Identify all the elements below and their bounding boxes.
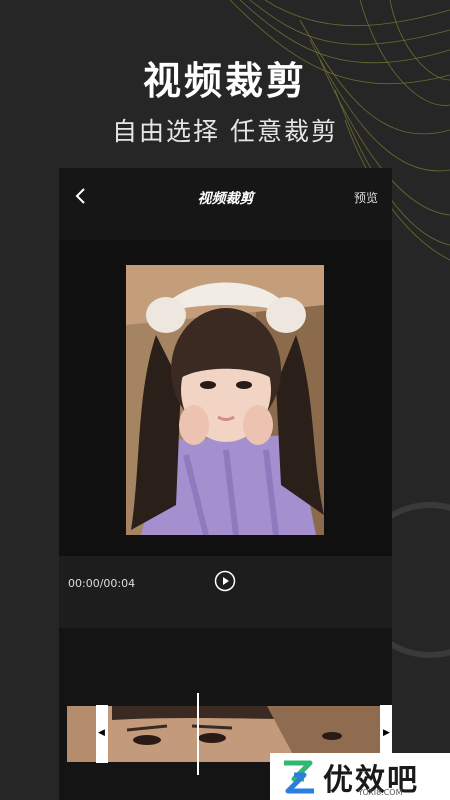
logo-icon	[284, 760, 314, 794]
triangle-left-icon: ◀	[98, 728, 105, 738]
watermark-url: YOXI8.COM	[358, 788, 403, 797]
triangle-right-icon: ▶	[383, 728, 390, 738]
promo-subline: 自由选择 任意裁剪	[112, 117, 338, 146]
trim-handle-left[interactable]: ◀	[96, 705, 108, 763]
promo-headline: 视频裁剪	[142, 59, 307, 103]
playback-controls: 00:00/00:04	[59, 556, 392, 628]
preview-button[interactable]: 预览	[354, 189, 378, 206]
video-stage	[59, 240, 392, 556]
app-screen: 视频裁剪 预览 00:00/00:04 ◀ ▶	[59, 168, 392, 800]
play-circle-icon[interactable]	[214, 570, 236, 592]
video-frame-image	[126, 265, 324, 535]
nav-bar: 视频裁剪 预览	[59, 168, 392, 240]
watermark-logo: 优效吧 YOXI8.COM	[270, 753, 450, 800]
time-display: 00:00/00:04	[68, 577, 136, 590]
page-title: 视频裁剪	[197, 191, 254, 207]
playhead[interactable]	[197, 693, 199, 775]
